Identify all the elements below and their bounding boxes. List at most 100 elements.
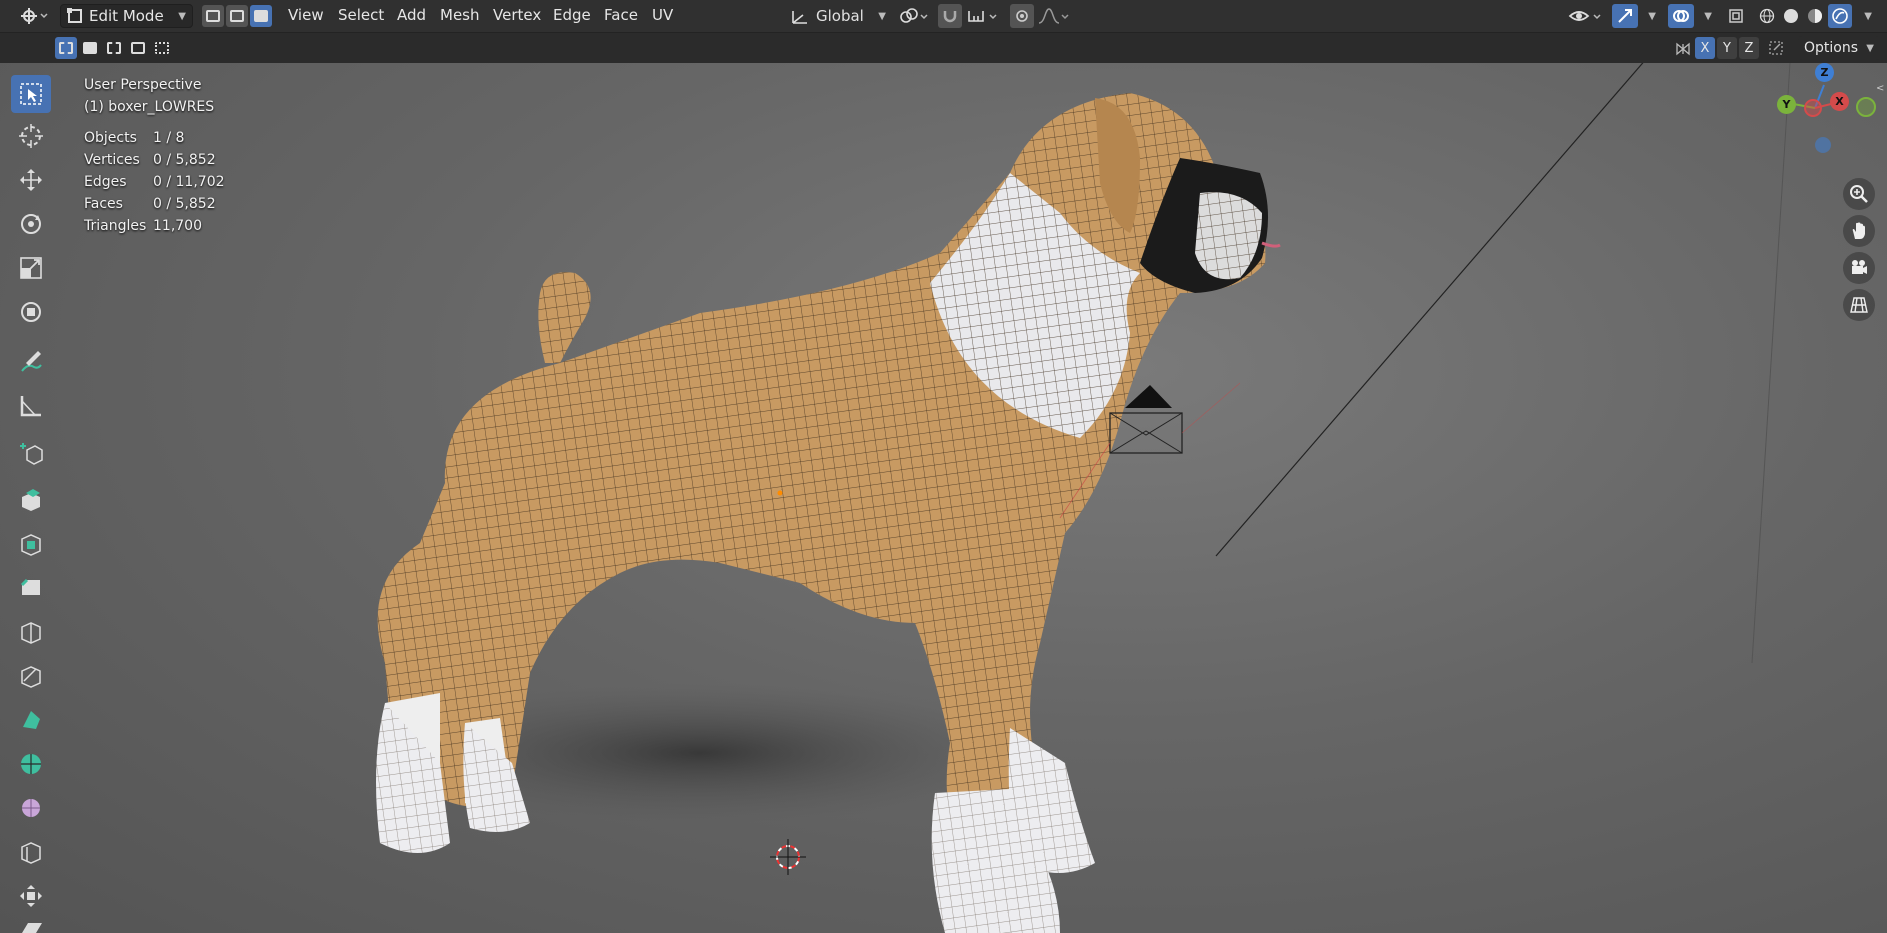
toolbar xyxy=(8,73,54,933)
gizmo-neg-x-axis[interactable] xyxy=(1804,99,1822,117)
orientation-dropdown[interactable]: Global ▼ xyxy=(790,4,886,28)
snap-toggle-button[interactable] xyxy=(938,4,962,28)
proportional-falloff-dropdown[interactable] xyxy=(1036,4,1072,28)
shear-icon xyxy=(22,923,42,933)
tool-rotate[interactable] xyxy=(11,205,51,243)
gizmo-toggle-button[interactable] xyxy=(1612,4,1638,28)
tool-poly-build[interactable] xyxy=(11,701,51,739)
mirror-y-toggle[interactable]: Y xyxy=(1717,37,1737,59)
tool-measure[interactable] xyxy=(11,387,51,425)
tool-extrude[interactable] xyxy=(11,481,51,519)
gizmo-z-axis[interactable]: Z xyxy=(1815,63,1834,82)
mirror-z-toggle[interactable]: Z xyxy=(1739,37,1759,59)
stat-label: Triangles xyxy=(84,218,147,234)
gizmo-y-axis[interactable]: Y xyxy=(1777,95,1796,114)
tool-knife[interactable] xyxy=(11,657,51,695)
stat-value: 0 / 11,702 xyxy=(153,174,225,190)
gizmo-neg-z-axis[interactable] xyxy=(1815,137,1831,153)
rendered-sphere-icon xyxy=(1832,8,1848,24)
mode-label: Edit Mode xyxy=(89,7,164,25)
options-dropdown[interactable]: Options ▼ xyxy=(1798,36,1880,60)
gizmo-dropdown[interactable]: ▼ xyxy=(1640,4,1656,28)
gizmo-neg-y-axis[interactable] xyxy=(1856,97,1876,117)
snap-target-dropdown[interactable] xyxy=(964,4,1002,28)
vertex-select-icon xyxy=(206,10,220,22)
tool-shrink-fatten[interactable] xyxy=(11,877,51,915)
chevron-down-icon: ▼ xyxy=(1864,10,1872,22)
editor-type-button[interactable] xyxy=(16,4,52,28)
tool-bevel[interactable] xyxy=(11,569,51,607)
zoom-button[interactable] xyxy=(1843,178,1875,210)
navigation-gizmo[interactable]: Z Y X xyxy=(1770,63,1880,163)
tool-select-box[interactable] xyxy=(11,75,51,113)
proportional-editing-button[interactable] xyxy=(1010,4,1034,28)
tool-spin[interactable] xyxy=(11,745,51,783)
rotate-icon xyxy=(21,214,41,234)
tool-shear[interactable] xyxy=(11,919,51,933)
menu-vertex[interactable]: Vertex xyxy=(493,6,541,24)
menu-face[interactable]: Face xyxy=(604,6,638,24)
vertex-select-button[interactable] xyxy=(202,5,224,27)
edge-select-button[interactable] xyxy=(226,5,248,27)
snap-increment-icon xyxy=(968,11,997,22)
xray-icon xyxy=(1729,9,1743,23)
face-select-button[interactable] xyxy=(250,5,272,27)
shading-material-button[interactable] xyxy=(1804,4,1826,28)
mirror-x-toggle[interactable]: X xyxy=(1695,37,1715,59)
active-object-label: (1) boxer_LOWRES xyxy=(84,99,215,115)
stats-overlay: Objects 1 / 8 Vertices 0 / 5,852 Edges 0 / … xyxy=(84,130,244,240)
tool-scale[interactable] xyxy=(11,249,51,287)
tool-cursor[interactable] xyxy=(11,117,51,155)
menu-select[interactable]: Select xyxy=(338,6,384,24)
select-mode-intersect-button[interactable] xyxy=(151,37,173,59)
select-extend-icon xyxy=(83,42,97,54)
chevron-down-icon: ▼ xyxy=(878,10,886,22)
tool-smooth[interactable] xyxy=(11,789,51,827)
stat-label: Faces xyxy=(84,196,123,212)
chevron-down-icon: ▼ xyxy=(178,10,186,22)
overlays-dropdown[interactable]: ▼ xyxy=(1696,4,1712,28)
menu-mesh[interactable]: Mesh xyxy=(440,6,480,24)
shading-wireframe-button[interactable] xyxy=(1756,4,1778,28)
stat-label: Vertices xyxy=(84,152,140,168)
tool-move[interactable] xyxy=(11,161,51,199)
mode-dropdown[interactable]: Edit Mode ▼ xyxy=(60,4,193,28)
mirror-options-button[interactable] xyxy=(1672,37,1694,61)
pivot-point-dropdown[interactable] xyxy=(896,4,932,28)
select-mode-subtract-button[interactable] xyxy=(103,37,125,59)
stat-label: Objects xyxy=(84,130,137,146)
select-subtract-icon xyxy=(107,42,121,54)
shading-dropdown[interactable]: ▼ xyxy=(1856,4,1872,28)
3d-cursor[interactable] xyxy=(770,839,806,875)
menu-edge[interactable]: Edge xyxy=(553,6,591,24)
grid-icon xyxy=(1850,297,1868,313)
menu-add[interactable]: Add xyxy=(397,6,426,24)
menu-uv[interactable]: UV xyxy=(652,6,673,24)
select-mode-extend-button[interactable] xyxy=(79,37,101,59)
visibility-dropdown[interactable] xyxy=(1566,4,1606,28)
auto-merge-button[interactable] xyxy=(1764,36,1788,60)
tool-annotate[interactable] xyxy=(11,343,51,381)
falloff-curve-icon xyxy=(1038,8,1069,24)
tool-transform[interactable] xyxy=(11,293,51,331)
tool-inset[interactable] xyxy=(11,525,51,563)
tool-loop-cut[interactable] xyxy=(11,613,51,651)
tool-add-cube[interactable] xyxy=(11,435,51,473)
pan-button[interactable] xyxy=(1843,215,1875,247)
menu-view[interactable]: View xyxy=(288,6,324,24)
gizmo-x-axis[interactable]: X xyxy=(1830,92,1849,111)
perspective-toggle-button[interactable] xyxy=(1843,289,1875,321)
overlays-toggle-button[interactable] xyxy=(1668,4,1694,28)
shading-rendered-button[interactable] xyxy=(1828,4,1852,28)
shading-solid-button[interactable] xyxy=(1780,4,1802,28)
select-new-icon xyxy=(59,42,73,54)
tool-edge-slide[interactable] xyxy=(11,833,51,871)
xray-toggle-button[interactable] xyxy=(1724,4,1748,28)
select-mode-invert-button[interactable] xyxy=(127,37,149,59)
select-mode-new-button[interactable] xyxy=(55,37,77,59)
3d-viewport[interactable]: User Perspective (1) boxer_LOWRES Object… xyxy=(0,63,1887,933)
hand-icon xyxy=(1852,222,1865,239)
camera-view-button[interactable] xyxy=(1843,252,1875,284)
loop-cut-icon xyxy=(21,622,41,644)
sidebar-toggle-arrow[interactable]: < xyxy=(1876,83,1887,103)
